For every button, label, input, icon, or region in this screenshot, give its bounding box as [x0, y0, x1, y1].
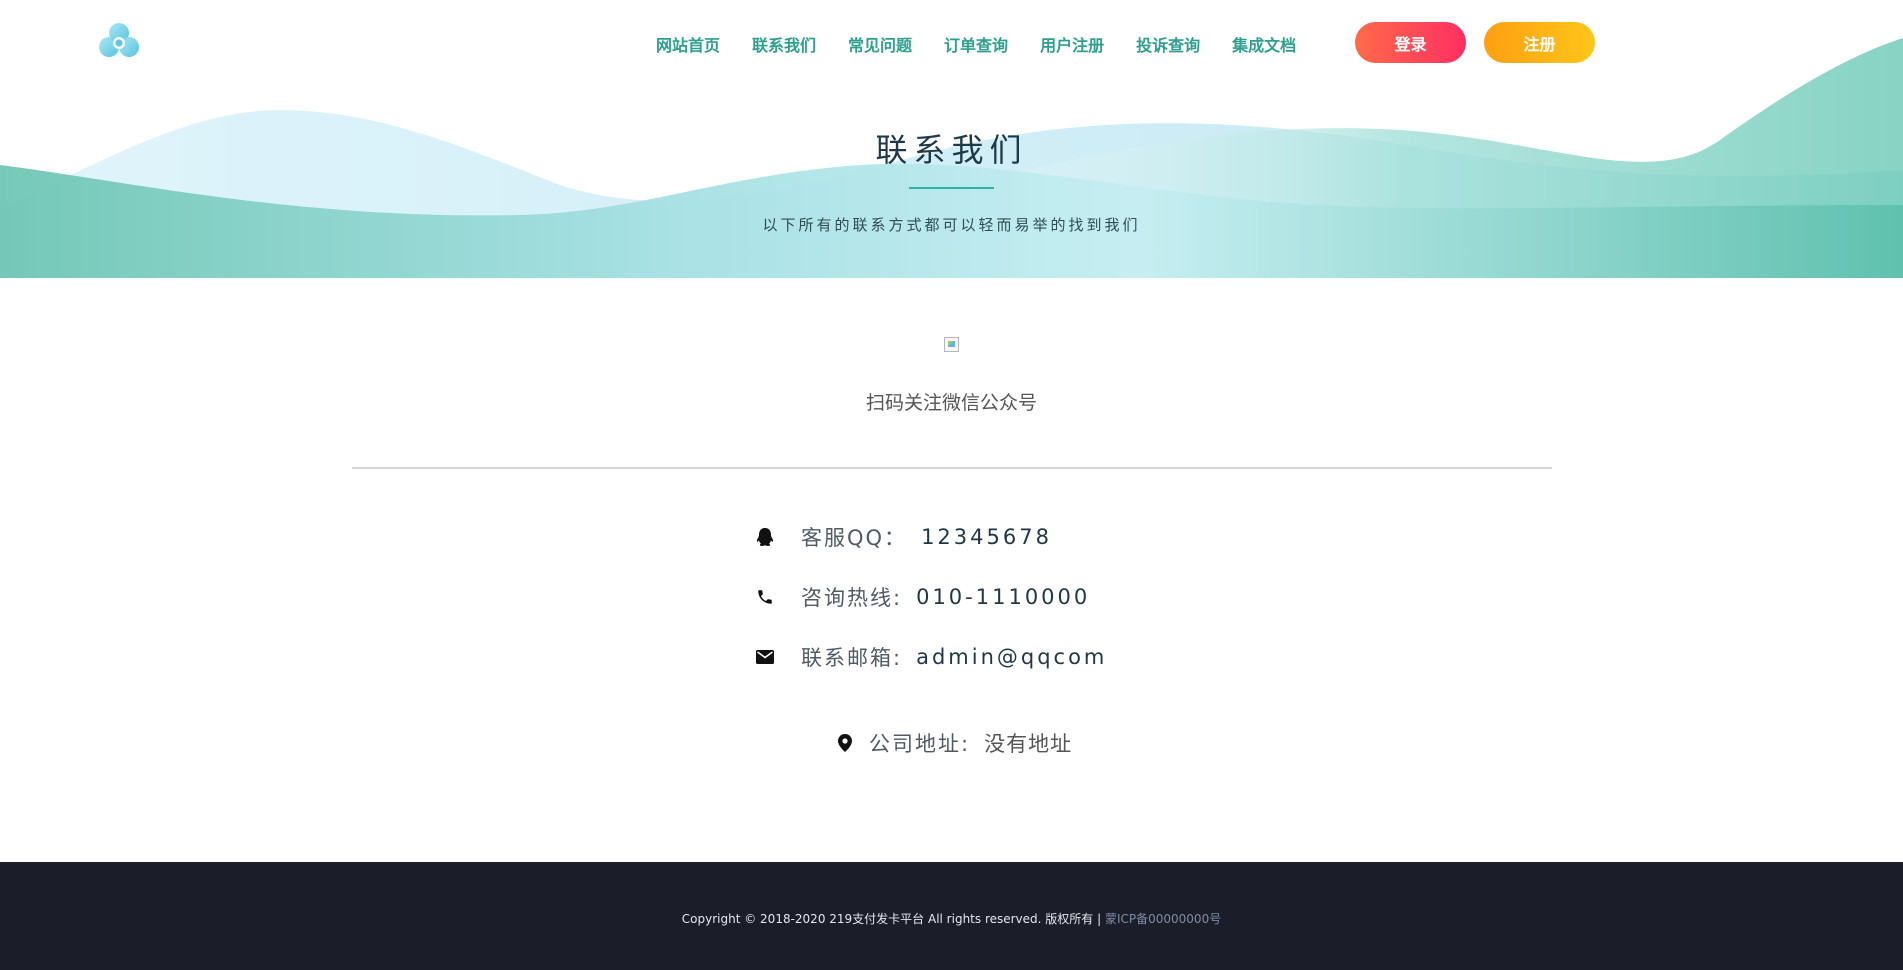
main-nav: 网站首页 联系我们 常见问题 订单查询 用户注册 投诉查询 集成文档: [656, 31, 1296, 57]
contact-email-value[interactable]: admin@qqcom: [916, 645, 1107, 669]
register-button[interactable]: 注册: [1484, 22, 1595, 63]
contact-qq: 客服QQ： 12345678: [755, 522, 1052, 552]
contact-email: 联系邮箱: admin@qqcom: [755, 642, 1107, 672]
contact-qq-label: 客服QQ：: [801, 526, 908, 550]
contact-email-label: 联系邮箱:: [801, 646, 903, 670]
site-footer: Copyright © 2018-2020 219支付发卡平台 All righ…: [0, 862, 1903, 970]
site-header: 网站首页 联系我们 常见问题 订单查询 用户注册 投诉查询 集成文档 登录 注册: [0, 0, 1903, 86]
mail-icon: [755, 647, 775, 667]
nav-item-home[interactable]: 网站首页: [656, 32, 720, 56]
page-title: 联系我们: [875, 131, 1028, 169]
contact-address-label: 公司地址:: [869, 732, 971, 756]
nav-item-user-register[interactable]: 用户注册: [1040, 32, 1104, 56]
location-pin-icon: [835, 733, 855, 753]
page-subtitle: 以下所有的联系方式都可以轻而易举的找到我们: [762, 216, 1141, 234]
login-button[interactable]: 登录: [1355, 22, 1466, 63]
contact-phone: 咨询热线: 010-1110000: [755, 582, 1090, 612]
qq-icon: [755, 527, 775, 547]
nav-item-complaint-query[interactable]: 投诉查询: [1136, 32, 1200, 56]
nav-item-contact[interactable]: 联系我们: [752, 32, 816, 56]
contact-qq-value: 12345678: [921, 525, 1052, 549]
flower-logo-icon: [99, 23, 139, 57]
nav-item-integration-docs[interactable]: 集成文档: [1232, 32, 1296, 56]
contact-address-value: 没有地址: [984, 732, 1073, 756]
footer-text: Copyright © 2018-2020 219支付发卡平台 All righ…: [0, 910, 1903, 927]
nav-item-faq[interactable]: 常见问题: [848, 32, 912, 56]
contact-address: 公司地址: 没有地址: [835, 728, 1072, 758]
footer-icp-link[interactable]: 蒙ICP备00000000号: [1105, 912, 1221, 926]
contact-phone-value: 010-1110000: [916, 585, 1091, 609]
wechat-qr-image: [944, 337, 959, 352]
footer-copyright: Copyright © 2018-2020 219支付发卡平台 All righ…: [681, 912, 1105, 926]
qr-caption: 扫码关注微信公众号: [865, 392, 1037, 414]
section-divider: [352, 467, 1552, 469]
phone-icon: [755, 587, 775, 607]
site-logo[interactable]: [96, 20, 142, 66]
title-underline: [909, 187, 994, 189]
contact-phone-label: 咨询热线:: [801, 586, 903, 610]
nav-item-order-query[interactable]: 订单查询: [944, 32, 1008, 56]
